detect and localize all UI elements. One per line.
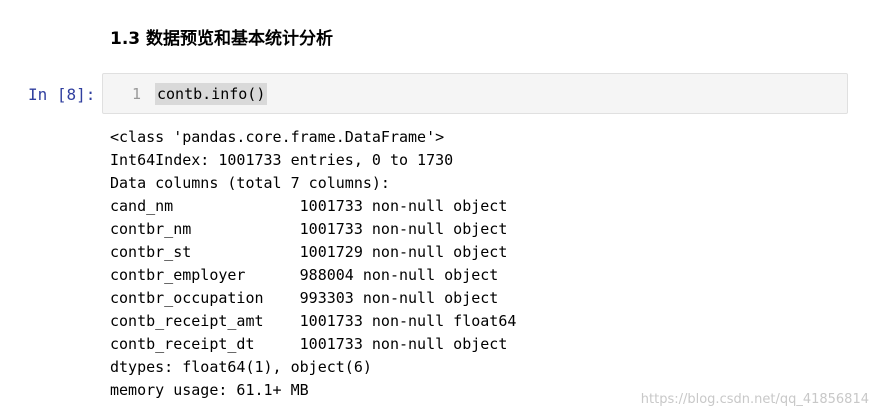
output-line: contbr_occupation 993303 non-null object <box>110 289 499 307</box>
line-number: 1 <box>131 85 141 103</box>
cell-output: <class 'pandas.core.frame.DataFrame'> Int… <box>110 126 516 402</box>
output-line: contbr_employer 988004 non-null object <box>110 266 499 284</box>
output-line: Int64Index: 1001733 entries, 0 to 1730 <box>110 151 454 169</box>
output-line: memory usage: 61.1+ MB <box>110 381 309 399</box>
output-line: contbr_st 1001729 non-null object <box>110 243 508 261</box>
code-cell-input[interactable]: 1 contb.info() <box>102 73 848 114</box>
output-line: cand_nm 1001733 non-null object <box>110 197 508 215</box>
output-line: dtypes: float64(1), object(6) <box>110 358 372 376</box>
section-heading: 1.3 数据预览和基本统计分析 <box>110 29 334 49</box>
watermark: https://blog.csdn.net/qq_41856814 <box>640 392 869 407</box>
output-line: Data columns (total 7 columns): <box>110 174 390 192</box>
code-line[interactable]: contb.info() <box>155 83 268 105</box>
output-line: contb_receipt_dt 1001733 non-null object <box>110 335 508 353</box>
output-line: <class 'pandas.core.frame.DataFrame'> <box>110 128 445 146</box>
output-line: contb_receipt_amt 1001733 non-null float… <box>110 312 517 330</box>
input-prompt: In [8]: <box>28 85 96 104</box>
output-line: contbr_nm 1001733 non-null object <box>110 220 508 238</box>
